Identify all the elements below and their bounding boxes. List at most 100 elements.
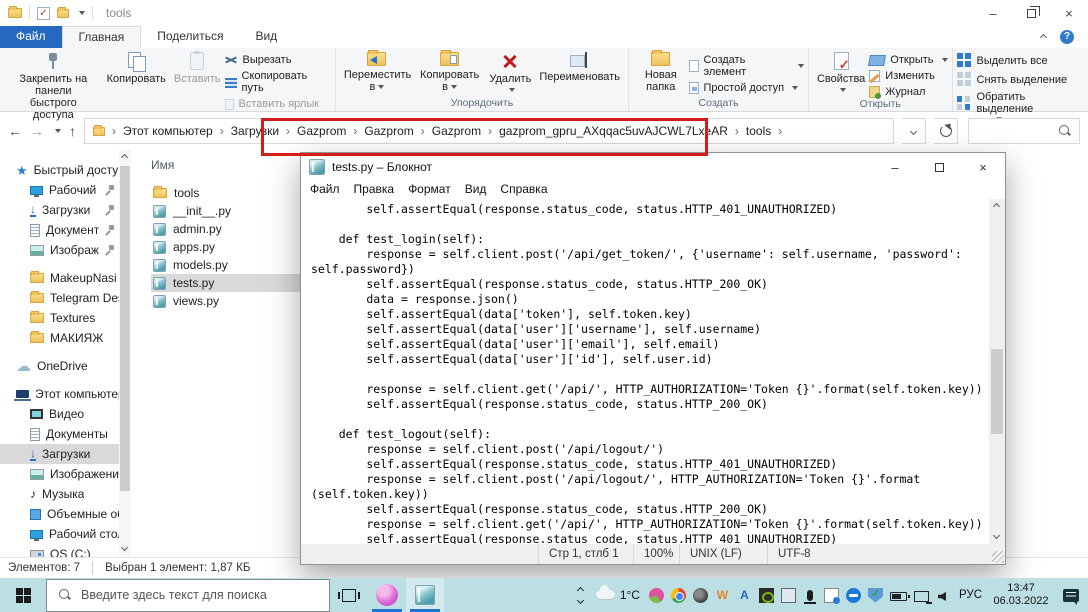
- easy-access-button[interactable]: Простой доступ: [689, 82, 804, 94]
- select-all-button[interactable]: Выделить все: [957, 53, 1085, 68]
- blue-circle-tray-icon[interactable]: [846, 588, 861, 603]
- scrollbar-thumb[interactable]: [120, 166, 130, 491]
- notepad-titlebar[interactable]: tests.py – Блокнот – ×: [301, 153, 1005, 181]
- properties-button[interactable]: Свойства: [813, 50, 869, 94]
- rename-button[interactable]: Переименовать: [535, 50, 624, 85]
- file-row-tests-selected[interactable]: tests.py: [151, 274, 311, 292]
- cut-button[interactable]: Вырезать: [225, 54, 331, 66]
- chevron-up-icon[interactable]: [577, 586, 584, 593]
- action-center-button[interactable]: [1054, 589, 1088, 602]
- maximize-button[interactable]: [917, 153, 961, 181]
- sidebar-item-makiyazh[interactable]: МАКИЯЖ: [0, 328, 119, 348]
- vm-box-tray-icon[interactable]: [781, 588, 796, 603]
- taskbar-app-media[interactable]: [368, 578, 406, 612]
- new-folder-button[interactable]: Новая папка: [633, 50, 689, 95]
- help-icon[interactable]: ?: [1060, 30, 1074, 44]
- breadcrumb[interactable]: › Этот компьютер › Загрузки › Gazprom › …: [84, 118, 894, 144]
- contact-card-tray-icon[interactable]: [824, 588, 839, 603]
- breadcrumb-this-pc[interactable]: Этот компьютер: [123, 124, 213, 138]
- tab-home[interactable]: Главная: [62, 26, 142, 48]
- taskbar-scroll-chevrons[interactable]: [570, 588, 592, 603]
- scroll-down-icon[interactable]: [121, 544, 128, 551]
- media-swirl-tray-icon[interactable]: [649, 588, 664, 603]
- chevron-down-icon[interactable]: [577, 596, 584, 603]
- sidebar-item-documents-pinned[interactable]: Документы: [0, 220, 119, 240]
- sidebar-item-downloads-pinned[interactable]: ↓ Загрузки: [0, 200, 119, 220]
- select-none-button[interactable]: Снять выделение: [957, 72, 1085, 87]
- sidebar-item-desktop[interactable]: Рабочий стол: [0, 524, 119, 544]
- open-button[interactable]: Открыть: [869, 54, 947, 66]
- invert-selection-button[interactable]: Обратить выделение: [957, 91, 1085, 115]
- breadcrumb-gazprom-3[interactable]: Gazprom: [432, 124, 481, 138]
- sidebar-item-videos[interactable]: Видео: [0, 404, 119, 424]
- tab-view[interactable]: Вид: [239, 26, 293, 48]
- file-row-tools[interactable]: tools: [151, 184, 311, 202]
- file-row-admin[interactable]: admin.py: [151, 220, 311, 238]
- qat-new-folder-icon[interactable]: [57, 9, 69, 18]
- volume-icon[interactable]: [938, 592, 946, 601]
- breadcrumb-gazprom-2[interactable]: Gazprom: [364, 124, 413, 138]
- sidebar-item-music[interactable]: ♪ Музыка: [0, 484, 119, 504]
- weather-widget[interactable]: 1°C: [596, 588, 640, 602]
- sidebar-item-documents[interactable]: Документы: [0, 424, 119, 444]
- new-item-button[interactable]: Создать элемент: [689, 54, 804, 78]
- minimize-button[interactable]: –: [974, 0, 1012, 26]
- notepad-text-area[interactable]: self.assertEqual(response.status_code, s…: [301, 199, 1005, 544]
- breadcrumb-downloads[interactable]: Загрузки: [231, 124, 279, 138]
- sidebar-item-pictures[interactable]: Изображения: [0, 464, 119, 484]
- explorer-search-input[interactable]: [968, 118, 1080, 144]
- close-button[interactable]: ×: [1050, 0, 1088, 26]
- breadcrumb-gazprom-1[interactable]: Gazprom: [297, 124, 346, 138]
- refresh-button[interactable]: [934, 118, 958, 144]
- network-icon[interactable]: [914, 591, 929, 602]
- notepad-scrollbar[interactable]: [989, 199, 1005, 544]
- minimize-button[interactable]: –: [873, 153, 917, 181]
- forward-icon[interactable]: →: [30, 123, 44, 139]
- file-row-apps[interactable]: apps.py: [151, 238, 311, 256]
- copy-path-button[interactable]: Скопировать путь: [225, 70, 331, 94]
- copy-to-button[interactable]: Копировать в: [414, 50, 485, 95]
- sidebar-item-quick-access[interactable]: ★ Быстрый доступ: [0, 160, 119, 180]
- restore-button[interactable]: [1012, 0, 1050, 26]
- address-dropdown-button[interactable]: [902, 118, 926, 144]
- sidebar-item-telegram-desktop[interactable]: Telegram Desktop: [0, 288, 119, 308]
- microphone-tray-icon[interactable]: [807, 590, 813, 601]
- resize-grip[interactable]: [992, 551, 1004, 563]
- move-to-button[interactable]: Переместить в: [340, 50, 414, 95]
- w-app-tray-icon[interactable]: W: [715, 588, 730, 602]
- file-row-models[interactable]: models.py: [151, 256, 311, 274]
- breadcrumb-tools[interactable]: tools: [746, 124, 771, 138]
- defender-shield-icon[interactable]: [868, 588, 883, 603]
- recent-locations-icon[interactable]: [55, 129, 61, 133]
- scroll-down-icon[interactable]: [993, 532, 1000, 539]
- clock[interactable]: 13:47 06.03.2022: [988, 582, 1054, 608]
- back-icon[interactable]: ←: [8, 123, 22, 139]
- menu-view[interactable]: Вид: [458, 181, 494, 199]
- breadcrumb-gazprom-gpru[interactable]: gazprom_gpru_AXqqac5uvAJCWL7LxeAR: [499, 124, 728, 138]
- paste-button[interactable]: Вставить: [170, 50, 225, 87]
- taskbar-app-notepad[interactable]: [406, 578, 444, 612]
- qat-customize-icon[interactable]: [79, 11, 85, 15]
- sidebar-item-3d-objects[interactable]: Объемные объекты: [0, 504, 119, 524]
- sidebar-item-textures[interactable]: Textures: [0, 308, 119, 328]
- file-row-init[interactable]: __init__.py: [151, 202, 311, 220]
- taskbar-search-input[interactable]: Введите здесь текст для поиска: [46, 579, 330, 612]
- camera-tray-icon[interactable]: [693, 588, 708, 603]
- pin-to-quick-access-button[interactable]: Закрепить на панели быстрого доступа: [4, 50, 103, 123]
- scrollbar-thumb[interactable]: [991, 349, 1003, 434]
- menu-edit[interactable]: Правка: [347, 181, 402, 199]
- paste-shortcut-button[interactable]: Вставить ярлык: [225, 98, 331, 110]
- sidebar-item-pictures-pinned[interactable]: Изображения: [0, 240, 119, 260]
- up-icon[interactable]: ↑: [69, 123, 76, 139]
- start-button[interactable]: [0, 578, 46, 612]
- menu-file[interactable]: Файл: [303, 181, 347, 199]
- sidebar-item-onedrive[interactable]: ☁ OneDrive: [0, 356, 119, 376]
- menu-help[interactable]: Справка: [493, 181, 554, 199]
- nvidia-tray-icon[interactable]: [759, 588, 774, 603]
- a-app-tray-icon[interactable]: A: [737, 588, 752, 602]
- menu-format[interactable]: Формат: [401, 181, 458, 199]
- sidebar-item-makeupnasi[interactable]: MakeupNasi: [0, 268, 119, 288]
- chrome-tray-icon[interactable]: [671, 588, 686, 603]
- copy-button[interactable]: Копировать: [103, 50, 170, 87]
- file-row-views[interactable]: views.py: [151, 292, 311, 310]
